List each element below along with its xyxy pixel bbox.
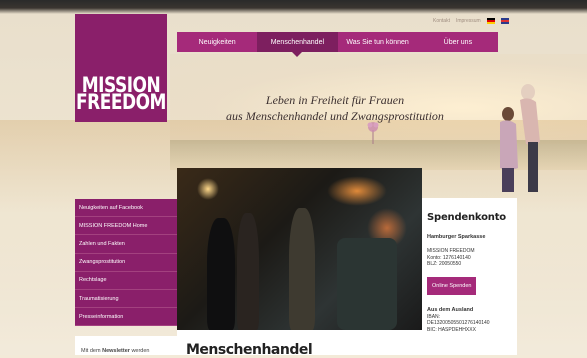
couple-hero-image (500, 84, 540, 192)
figure-silhouette (289, 208, 315, 330)
abroad-title: Aus dem Ausland (427, 306, 474, 313)
newsletter-prefix: Mit dem (81, 348, 103, 354)
figure-silhouette (207, 218, 235, 330)
newsletter-link[interactable]: Newsletter (102, 348, 130, 354)
sidebar-item-trauma[interactable]: Traumatisierung (75, 290, 177, 309)
imprint-link[interactable]: Impressum (456, 18, 481, 24)
hero-tagline: Leben in Freiheit für Frauen aus Mensche… (200, 92, 470, 124)
donation-title: Spendenkonto (427, 212, 506, 223)
iban-details: IBAN: DE13200505501276140140 BIC: HASPDE… (427, 314, 512, 334)
flower-illustration (367, 122, 379, 144)
nav-item-was-sie-tun-koennen[interactable]: Was Sie tun können (338, 32, 418, 52)
sidebar-menu: Neuigkeiten auf Facebook MISSION FREEDOM… (75, 199, 177, 327)
lamp-glow (197, 178, 219, 200)
uk-flag-icon[interactable] (500, 18, 509, 24)
account-line: BLZ: 20050550 (427, 261, 462, 267)
figure-silhouette (237, 213, 259, 330)
nav-item-ueber-uns[interactable]: Über uns (418, 32, 498, 52)
hero-street-photo (177, 168, 422, 330)
mission-freedom-logo[interactable]: MISSION FREEDOM (75, 14, 167, 122)
newsletter-teaser: Mit dem Newsletter werden (75, 336, 177, 355)
tagline-line-2: aus Menschenhandel und Zwangsprostitutio… (226, 109, 444, 123)
account-details: MISSION FREEDOM Konto: 1276140140 BLZ: 2… (427, 248, 512, 268)
street-stall (337, 238, 397, 330)
sidebar-item-home[interactable]: MISSION FREEDOM Home (75, 217, 177, 236)
top-utility-bar: Kontakt Impressum (433, 18, 509, 24)
sidebar-item-facts[interactable]: Zahlen und Fakten (75, 235, 177, 254)
logo-line-2: FREEDOM (76, 90, 166, 116)
nav-item-menschenhandel[interactable]: Menschenhandel (257, 32, 338, 57)
sign-glow (327, 176, 387, 206)
sidebar-item-facebook-news[interactable]: Neuigkeiten auf Facebook (75, 199, 177, 218)
de-flag-icon[interactable] (486, 18, 495, 24)
main-navigation: Neuigkeiten Menschenhandel Was Sie tun k… (177, 32, 498, 57)
donation-account-box: Spendenkonto Hamburger Sparkasse MISSION… (422, 198, 517, 355)
sidebar-item-legal[interactable]: Rechtslage (75, 272, 177, 290)
contact-link[interactable]: Kontakt (433, 18, 450, 24)
nav-item-neuigkeiten[interactable]: Neuigkeiten (177, 32, 257, 52)
newsletter-suffix: werden (129, 348, 150, 354)
bank-name: Hamburger Sparkasse (427, 234, 486, 240)
sidebar-item-press[interactable]: Presseinformation (75, 308, 177, 327)
page-title: Menschenhandel (186, 342, 313, 358)
tagline-line-1: Leben in Freiheit für Frauen (265, 93, 405, 107)
sidebar-item-forced-prostitution[interactable]: Zwangsprostitution (75, 254, 177, 272)
iban-line: BIC: HASPDEHHXXX (427, 326, 476, 333)
online-donate-button[interactable]: Online Spenden (427, 276, 477, 295)
